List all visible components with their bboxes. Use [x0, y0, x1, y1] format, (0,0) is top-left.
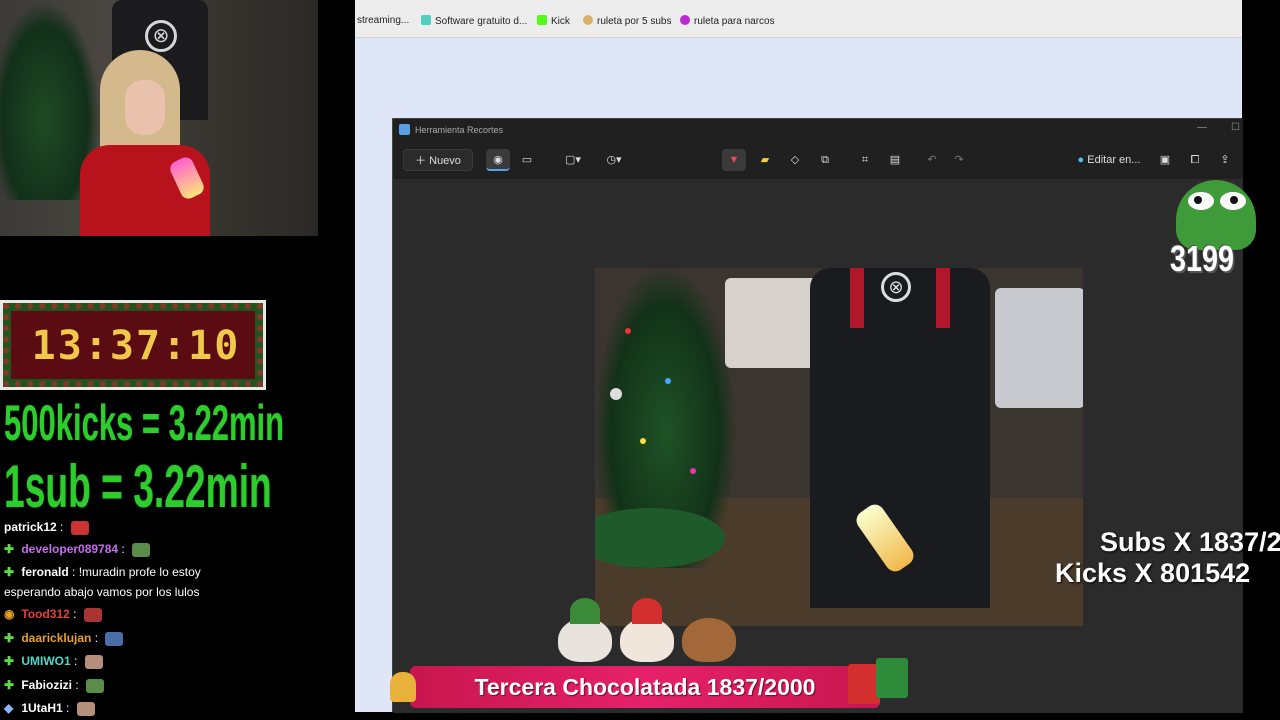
emote-icon — [84, 654, 103, 669]
crop-icon[interactable]: ⌗ — [853, 149, 877, 171]
kicks-rate-label: 500kicks = 3.22min — [4, 395, 285, 451]
chat-message: ◆ 1UtaH1 : — [4, 701, 95, 716]
maximize-button[interactable]: ☐ — [1231, 122, 1240, 133]
reindeer-icon — [682, 618, 736, 662]
screenshot-mode-icon[interactable]: ◉ — [486, 149, 510, 171]
badge-icon: ✚ — [4, 542, 15, 556]
chat-message: ✚ Fabiozizi : — [4, 678, 105, 693]
chat-message: ✚ daaricklujan : — [4, 631, 124, 646]
subs-counter: Subs X 1837/2 — [1100, 527, 1280, 557]
shapes-icon[interactable]: ⧉ — [813, 149, 837, 171]
paint-icon: ● — [1077, 154, 1085, 166]
webcam-feed: ⊗ — [0, 0, 318, 236]
snowman-icon — [558, 618, 612, 662]
emote-icon — [105, 631, 124, 646]
bookmark-ruleta-subs[interactable]: ruleta por 5 subs — [583, 15, 672, 27]
chat-username: feronald — [21, 565, 69, 579]
redo-icon[interactable]: ↷ — [947, 149, 971, 171]
chat-message-continuation: esperando abajo vamos por los lulos — [4, 585, 199, 599]
eraser-icon[interactable]: ◇ — [783, 149, 807, 171]
chat-username: developer089784 — [21, 542, 119, 556]
badge-icon: ✚ — [4, 654, 15, 668]
goal-banner: Tercera Chocolatada 1837/2000 — [390, 598, 910, 714]
bookmark-ruleta-narcos[interactable]: ruleta para narcos — [680, 15, 775, 27]
pen-icon[interactable]: ▼ — [722, 149, 746, 171]
kick-counter: 3199 — [1170, 238, 1235, 279]
emote-icon — [70, 520, 89, 535]
badge-icon: ✚ — [4, 565, 15, 579]
software-icon — [421, 15, 431, 25]
emote-icon — [83, 607, 102, 622]
snip-toolbar: ＋ Nuevo ◉ ▭ ▢▾ ◷▾ ▼ ▰ ◇ ⧉ ⌗ ▤ ↶ ↷ ● Edit… — [393, 141, 1243, 179]
highlighter-icon[interactable]: ▰ — [753, 149, 777, 171]
chat-message: patrick12 : — [4, 520, 89, 535]
chat-panel: patrick12 : ✚ developer089784 : ✚ ferona… — [0, 520, 318, 720]
undo-icon[interactable]: ↶ — [920, 149, 944, 171]
bookmark-streaming[interactable]: streaming... — [357, 15, 409, 26]
bell-icon — [390, 672, 416, 702]
captured-screenshot: ⊗ — [595, 268, 1083, 626]
snip-title: Herramienta Recortes — [415, 125, 504, 135]
emote-icon — [76, 701, 95, 716]
wheel-icon — [583, 15, 593, 25]
rectangle-mode-icon[interactable]: ▢▾ — [558, 149, 588, 171]
kicks-counter: Kicks X 801542 — [1055, 558, 1251, 588]
bookmark-kick[interactable]: Kick — [537, 15, 570, 27]
santa-icon — [620, 618, 674, 662]
badge-icon: ◉ — [4, 607, 15, 621]
edit-in-button[interactable]: ● Editar en... — [1069, 149, 1149, 171]
chat-username: Fabiozizi — [21, 678, 73, 692]
chat-text: : — [75, 678, 79, 692]
chair-logo-icon: ⊗ — [145, 20, 177, 52]
gift-icon — [876, 658, 908, 698]
badge-icon: ✚ — [4, 678, 15, 692]
chat-message: ✚ UMIWO1 : — [4, 654, 103, 669]
badge-icon: ✚ — [4, 631, 15, 645]
snipping-tool-icon — [399, 124, 410, 135]
chat-username: patrick12 — [4, 520, 57, 534]
banner-text: Tercera Chocolatada 1837/2000 — [474, 674, 816, 700]
minimize-button[interactable]: — — [1197, 122, 1207, 133]
chat-text: : !muradin profe lo estoy — [72, 565, 201, 579]
chat-message: ✚ developer089784 : — [4, 542, 151, 557]
pepe-emote-icon — [86, 678, 105, 693]
chat-username: UMIWO1 — [21, 654, 71, 668]
streamer — [80, 50, 210, 236]
chat-text: : — [66, 701, 70, 715]
chair-logo-icon: ⊗ — [881, 272, 911, 302]
timer-display: 13:37:10 — [31, 323, 241, 369]
sub-rate-label: 1sub = 3.22min — [4, 453, 272, 520]
chat-text: : — [73, 607, 77, 621]
chat-message: ✚ feronald : !muradin profe lo estoy — [4, 565, 201, 579]
text-actions-icon[interactable]: ▤ — [883, 149, 907, 171]
video-mode-icon[interactable]: ▭ — [515, 149, 539, 171]
save-icon[interactable]: ▣ — [1153, 149, 1177, 171]
subathon-timer: 13:37:10 — [0, 300, 266, 390]
chat-message: ◉ Tood312 : — [4, 607, 102, 622]
snip-titlebar: Herramienta Recortes — ☐ — [393, 119, 1243, 141]
new-snip-button[interactable]: ＋ Nuevo — [403, 149, 473, 171]
stream-overlay: ⊗ 13:37:10 500kicks = 3.22min 1sub = 3.2… — [0, 0, 1280, 720]
pepe-emote-icon — [132, 542, 151, 557]
chat-username: Tood312 — [21, 607, 70, 621]
timer-icon[interactable]: ◷▾ — [599, 149, 629, 171]
share-icon[interactable]: ⇪ — [1213, 149, 1237, 171]
bookmark-software[interactable]: Software gratuito d... — [421, 15, 527, 27]
chat-username: daaricklujan — [21, 631, 92, 645]
wheel-icon — [680, 15, 690, 25]
copy-icon[interactable]: ⧠ — [1183, 149, 1207, 171]
chat-text: : — [74, 654, 78, 668]
chat-username: 1UtaH1 — [21, 701, 63, 715]
chat-text: esperando abajo vamos por los lulos — [4, 585, 200, 599]
kick-icon — [537, 15, 547, 25]
chat-text: : — [121, 542, 125, 556]
chat-text: : — [94, 631, 99, 645]
plus-icon: ＋ — [415, 155, 427, 167]
bookmarks-bar: streaming... Software gratuito d... Kick… — [355, 0, 1242, 38]
diamond-badge-icon: ◆ — [4, 701, 14, 715]
chat-text: : — [60, 520, 64, 534]
